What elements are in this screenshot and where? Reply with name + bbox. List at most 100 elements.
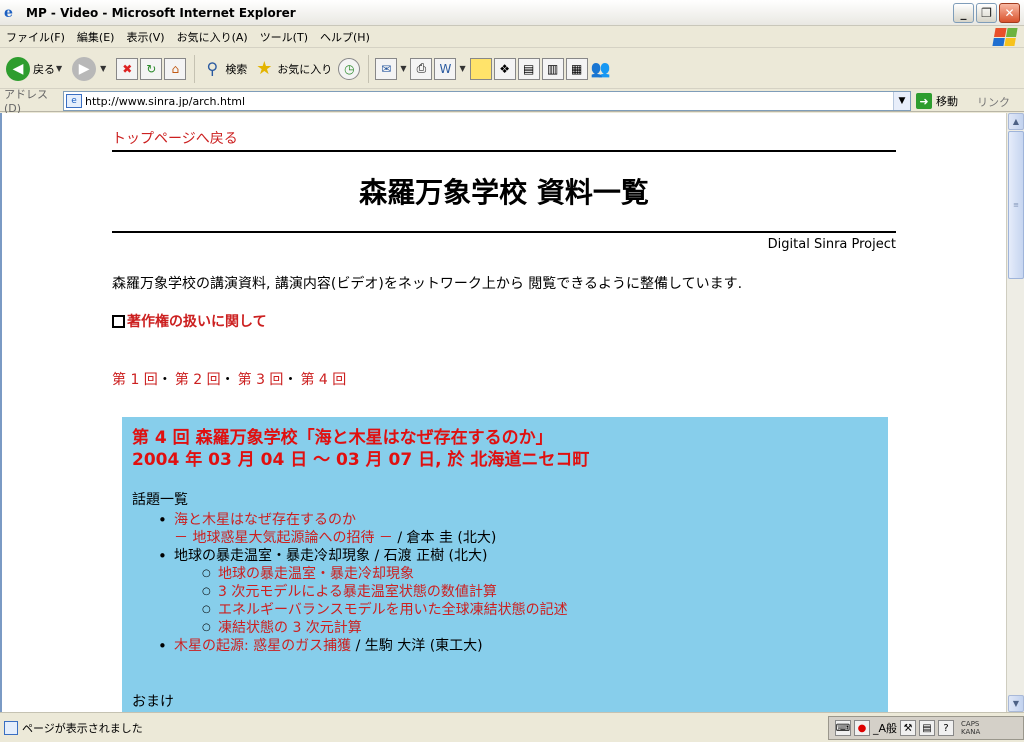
menu-bar: ファイル(F) 編集(E) 表示(V) お気に入り(A) ツール(T) ヘルプ(… [0, 26, 1024, 48]
panel-heading: 第 4 回 森羅万象学校「海と木星はなぜ存在するのか」 [132, 428, 553, 448]
subtopic-link[interactable]: エネルギーバランスモデルを用いた全球凍結状態の記述 [218, 602, 568, 618]
topic-text: 地球の暴走温室・暴走冷却現象 / 石渡 正樹 (北大) [174, 548, 488, 564]
list-item: 海と木星はなぜ存在するのか － 地球惑星大気起源論への招待 － / 倉本 圭 (… [158, 511, 878, 547]
status-text: ページが表示されました [22, 721, 143, 735]
list-item: 地球の暴走温室・暴走冷却現象 / 石渡 正樹 (北大) 地球の暴走温室・暴走冷却… [158, 547, 878, 637]
note-icon[interactable] [469, 57, 492, 80]
session-1-link[interactable]: 第 1 回 [112, 369, 158, 389]
list-item: 木星の起源: 惑星のガス捕獲 / 生駒 大洋 (東工大) [158, 637, 878, 655]
menu-favorites[interactable]: お気に入り(A) [171, 29, 254, 45]
mail-icon[interactable]: ✉ [375, 57, 398, 80]
address-input[interactable] [85, 94, 885, 108]
page-icon[interactable]: ▤ [517, 57, 540, 80]
ime-icon[interactable]: ● [854, 720, 870, 736]
window-title: MP - Video - Microsoft Internet Explorer [26, 5, 296, 20]
square-icon [112, 314, 125, 328]
topics-list: 海と木星はなぜ存在するのか － 地球惑星大気起源論への招待 － / 倉本 圭 (… [158, 511, 878, 655]
edit-icon[interactable]: W [434, 57, 457, 80]
window-controls: _ ❐ ✕ [953, 3, 1020, 23]
toolbar-separator [368, 54, 370, 83]
scroll-thumb[interactable]: ≡ [1008, 131, 1024, 279]
topic-author: / 生駒 大洋 (東工大) [351, 638, 483, 654]
windows-logo-icon [992, 28, 1018, 46]
toolbar-separator [194, 54, 196, 83]
menu-tools[interactable]: ツール(T) [254, 29, 314, 45]
list-item: 3 次元モデルによる暴走温室状態の数値計算 [202, 583, 878, 601]
session-2-link[interactable]: 第 2 回 [175, 369, 221, 389]
favorites-button[interactable]: ★ お気に入り [253, 58, 332, 80]
scroll-down-icon[interactable]: ▼ [1008, 695, 1024, 712]
page-title: 森羅万象学校 資料一覧 [359, 176, 649, 209]
go-arrow-icon: ➜ [916, 93, 932, 109]
subtopic-link[interactable]: 凍結状態の 3 次元計算 [218, 620, 362, 636]
minimize-icon[interactable]: _ [953, 3, 974, 23]
title-bar: e MP - Video - Microsoft Internet Explor… [0, 0, 1024, 26]
back-to-top-link[interactable]: トップページへ戻る [112, 128, 238, 148]
session-nav: 第 1 回 ・ 第 2 回 ・ 第 3 回 ・ 第 4 回 [112, 369, 346, 389]
help-icon[interactable]: ? [938, 720, 955, 736]
page-icon[interactable]: ▥ [541, 57, 564, 80]
dictionary-icon[interactable]: ▤ [919, 720, 936, 736]
topic-link[interactable]: 木星の起源: 惑星のガス捕獲 [174, 638, 351, 654]
list-item: 凍結状態の 3 次元計算 [202, 619, 878, 637]
restore-icon[interactable]: ❐ [976, 3, 997, 23]
stop-icon[interactable]: ✖ [116, 57, 139, 80]
refresh-icon[interactable]: ↻ [140, 57, 163, 80]
intro-text: 森羅万象学校の講演資料, 講演内容(ビデオ)をネットワーク上から 閲覧できるよう… [112, 276, 743, 292]
subtopic-link[interactable]: 3 次元モデルによる暴走温室状態の数値計算 [218, 584, 497, 600]
go-button[interactable]: ➜ 移動 [916, 93, 958, 109]
page-viewport: トップページへ戻る 森羅万象学校 資料一覧 Digital Sinra Proj… [0, 113, 1006, 712]
subtopics-list: 地球の暴走温室・暴走冷却現象 3 次元モデルによる暴走温室状態の数値計算 エネル… [202, 565, 878, 637]
forward-arrow-icon: ▶ [72, 56, 97, 81]
status-bar: ページが表示されました ⌨ ● _A般 ⚒ ▤ ? CAPS KANA [0, 712, 1024, 742]
ie-icon: e [4, 4, 13, 21]
back-button[interactable]: ◀ 戻る ▼ [6, 56, 66, 81]
divider [112, 150, 896, 152]
tools-icon[interactable]: ⚒ [900, 720, 917, 736]
session-3-link[interactable]: 第 3 回 [238, 369, 284, 389]
list-item: エネルギーバランスモデルを用いた全球凍結状態の記述 [202, 601, 878, 619]
caps-kana-indicator: CAPS KANA [961, 720, 981, 736]
links-button[interactable]: リンク [977, 94, 1010, 110]
extras-label: おまけ [132, 694, 174, 710]
address-bar: アドレス(D) e ▼ ➜ 移動 リンク [0, 88, 1024, 115]
forward-button[interactable]: ▶ ▼ [72, 56, 110, 81]
toolbar: ◀ 戻る ▼ ▶ ▼ ✖ ↻ ⌂ ⚲ 検索 ★ お気に入り ◷ ✉ ▼ ⎙ W ▼ ❖ … [0, 49, 1024, 89]
address-label: アドレス(D) [4, 88, 48, 115]
topic-author: / 倉本 圭 (北大) [392, 530, 497, 546]
topic-link[interactable]: 海と木星はなぜ存在するのか [174, 512, 356, 528]
search-icon: ⚲ [206, 59, 219, 78]
chevron-down-icon[interactable]: ▼ [893, 92, 910, 110]
page-icon[interactable]: ▦ [565, 57, 588, 80]
subtopic-link[interactable]: 地球の暴走温室・暴走冷却現象 [218, 566, 414, 582]
page-icon: e [66, 94, 82, 108]
ime-mode[interactable]: _A般 [873, 720, 897, 736]
star-icon: ★ [256, 58, 273, 79]
keyboard-icon[interactable]: ⌨ [835, 720, 851, 736]
print-icon[interactable]: ⎙ [410, 57, 433, 80]
topics-label: 話題一覧 [132, 492, 188, 508]
session-4-link[interactable]: 第 4 回 [300, 369, 346, 389]
address-field[interactable]: e ▼ [63, 91, 911, 111]
menu-file[interactable]: ファイル(F) [0, 29, 71, 45]
org-name: Digital Sinra Project [767, 237, 896, 252]
research-icon[interactable]: ❖ [493, 57, 516, 80]
divider [112, 231, 896, 233]
panel-date: 2004 年 03 月 04 日 ～ 03 月 07 日, 於 北海道ニセコ町 [132, 450, 590, 470]
topic-link[interactable]: － 地球惑星大気起源論への招待 － [174, 530, 393, 546]
copyright-link[interactable]: 著作権の扱いに関して [112, 311, 267, 331]
session-panel: 第 4 回 森羅万象学校「海と木星はなぜ存在するのか」 2004 年 03 月 … [122, 417, 888, 712]
messenger-icon[interactable]: 👥 [590, 58, 612, 80]
menu-edit[interactable]: 編集(E) [71, 29, 121, 45]
ime-toolbar: ⌨ ● _A般 ⚒ ▤ ? CAPS KANA [828, 716, 1024, 740]
menu-help[interactable]: ヘルプ(H) [314, 29, 376, 45]
close-icon[interactable]: ✕ [999, 3, 1020, 23]
home-icon[interactable]: ⌂ [164, 57, 187, 80]
search-button[interactable]: ⚲ 検索 [201, 58, 247, 80]
history-icon[interactable]: ◷ [338, 57, 361, 80]
list-item: 地球の暴走温室・暴走冷却現象 [202, 565, 878, 583]
page-icon [4, 720, 18, 735]
menu-view[interactable]: 表示(V) [120, 29, 170, 45]
scroll-up-icon[interactable]: ▲ [1008, 113, 1024, 130]
vertical-scrollbar[interactable]: ▲ ≡ ▼ [1006, 113, 1024, 712]
